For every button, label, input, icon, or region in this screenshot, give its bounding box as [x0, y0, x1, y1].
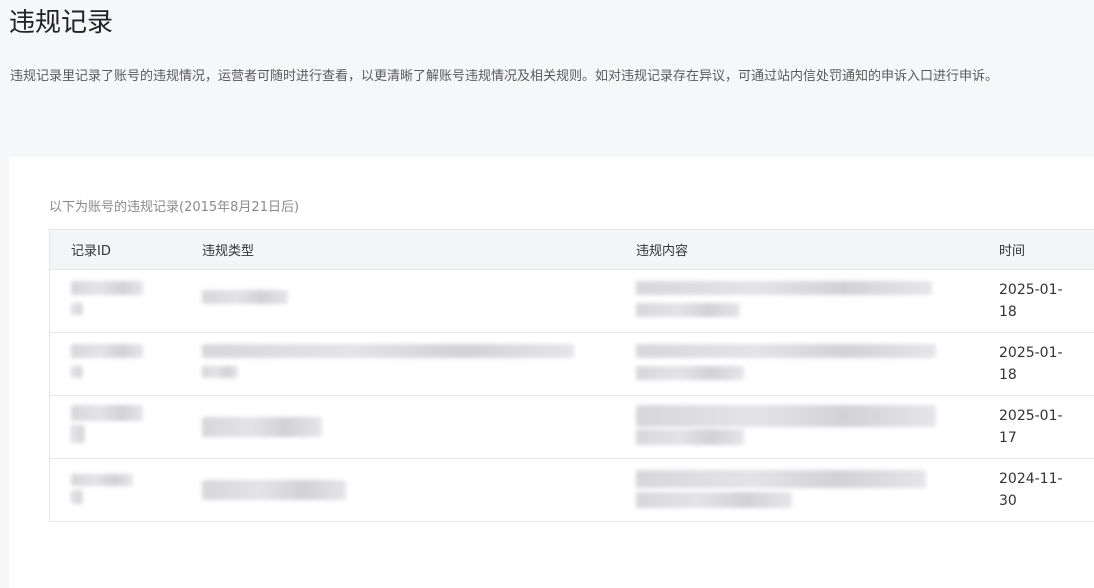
redacted-record-type — [202, 279, 607, 323]
record-time: 2025-01-17 — [999, 408, 1063, 446]
record-type-cell — [181, 269, 615, 333]
column-header-id: 记录ID — [49, 229, 181, 270]
redacted-record-id — [71, 342, 173, 386]
column-header-type: 违规类型 — [181, 229, 615, 270]
table-row: 2024-11-30 — [49, 458, 1094, 522]
redacted-record-content — [636, 279, 981, 323]
redacted-record-id — [71, 468, 173, 512]
violation-records-table: 记录ID 违规类型 违规内容 时间 2025-01-18 2025-01-18 … — [49, 229, 1094, 522]
table-row: 2025-01-18 — [49, 269, 1094, 333]
table-header-row: 记录ID 违规类型 违规内容 时间 — [49, 229, 1094, 270]
record-type-cell — [181, 458, 615, 522]
redacted-record-id — [71, 405, 173, 449]
violation-records-card: 以下为账号的违规记录(2015年8月21日后) 记录ID 违规类型 违规内容 时… — [9, 157, 1094, 588]
record-content-cell — [615, 458, 989, 522]
redacted-record-type — [202, 468, 607, 512]
record-time: 2025-01-18 — [999, 282, 1063, 320]
record-content-cell — [615, 332, 989, 396]
redacted-record-content — [636, 468, 981, 512]
record-time-cell: 2025-01-18 — [989, 269, 1094, 333]
record-type-cell — [181, 395, 615, 459]
records-caption: 以下为账号的违规记录(2015年8月21日后) — [49, 200, 300, 215]
record-time: 2024-11-30 — [999, 471, 1063, 509]
column-header-time: 时间 — [989, 229, 1094, 270]
redacted-record-type — [202, 405, 607, 449]
column-header-content: 违规内容 — [615, 229, 989, 270]
record-id-cell — [49, 395, 181, 459]
record-content-cell — [615, 269, 989, 333]
record-id-cell — [49, 332, 181, 396]
table-row: 2025-01-18 — [49, 332, 1094, 396]
page-title: 违规记录 — [9, 8, 114, 38]
record-id-cell — [49, 458, 181, 522]
record-content-cell — [615, 395, 989, 459]
redacted-record-content — [636, 405, 981, 449]
page-description: 违规记录里记录了账号的违规情况，运营者可随时进行查看，以更清晰了解账号违规情况及… — [10, 69, 999, 84]
redacted-record-type — [202, 342, 607, 386]
record-time: 2025-01-18 — [999, 345, 1063, 383]
record-time-cell: 2025-01-18 — [989, 332, 1094, 396]
table-row: 2025-01-17 — [49, 395, 1094, 459]
redacted-record-content — [636, 342, 981, 386]
record-id-cell — [49, 269, 181, 333]
record-type-cell — [181, 332, 615, 396]
record-time-cell: 2025-01-17 — [989, 395, 1094, 459]
record-time-cell: 2024-11-30 — [989, 458, 1094, 522]
redacted-record-id — [71, 279, 173, 323]
